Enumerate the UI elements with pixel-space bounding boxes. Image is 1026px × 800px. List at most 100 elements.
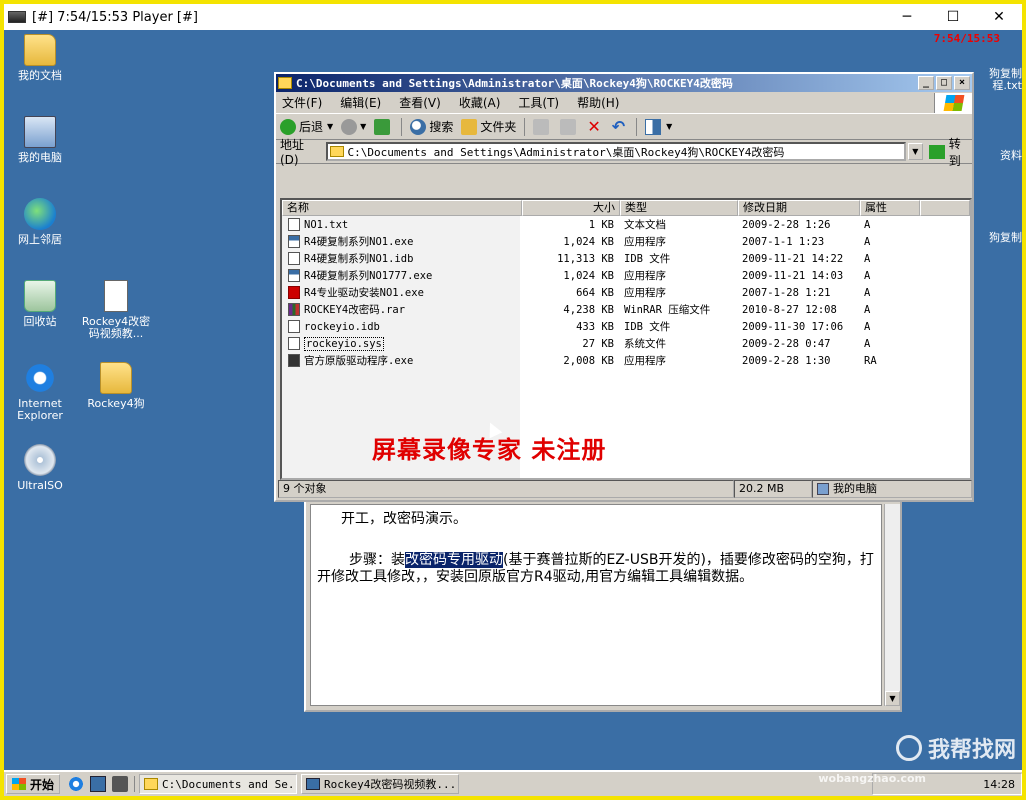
rar-file-icon [288,303,300,316]
explorer-maximize-button[interactable]: □ [936,76,952,90]
desktop-icon-internet-explorer[interactable]: Internet Explorer [4,362,76,422]
document-icon [104,280,128,312]
address-label: 地址(D) [280,138,305,167]
folder-icon [100,362,132,394]
file-row-focused[interactable]: rockeyio.sys 27 KB 系统文件 2009-2-28 0:47 A [282,335,970,352]
document-page[interactable]: 开工，改密码演示。 步骤：装改密码专用驱动(基于赛普拉斯的EZ-USB开发的)，… [310,504,882,706]
back-button[interactable]: 后退 ▼ [280,118,333,135]
status-bar: 9 个对象 20.2 MB 我的电脑 [278,480,972,498]
desktop-icon-rockey4-folder[interactable]: Rockey4狗 [80,362,152,410]
status-object-count: 9 个对象 [278,480,734,498]
media-player-icon[interactable] [112,776,129,792]
desktop-icon-rockey4-video[interactable]: Rockey4改密码视频教... [80,280,152,340]
player-app-icon [8,11,26,23]
delete-icon: ✕ [587,117,601,136]
file-row[interactable]: 官方原版驱动程序.exe 2,008 KB 应用程序 2009-2-28 1:30 R… [282,352,970,369]
search-button[interactable]: 搜索 [410,118,453,135]
document-icon [306,778,321,790]
exe-file-icon [288,354,300,367]
views-button[interactable]: ▼ [645,118,672,135]
exe-file-icon [288,235,300,248]
desktop-icon-my-computer[interactable]: 我的电脑 [4,116,76,164]
recycle-bin-icon [24,280,56,312]
windows-flag-icon [943,94,964,111]
folders-icon [461,118,478,135]
menu-edit[interactable]: 编辑(E) [340,94,381,111]
column-type[interactable]: 类型 [620,200,738,216]
address-bar: 地址(D) C:\Documents and Settings\Administ… [276,137,972,168]
tray-clock[interactable]: 14:28 [983,778,1015,791]
folders-button[interactable]: 文件夹 [461,118,516,135]
magnifier-icon [895,735,922,761]
desktop: 7:54/15:53 我的文档 我的电脑 网上邻居 回收站 Rockey4改密码… [4,30,1022,770]
document-line-1: 开工，改密码演示。 [341,511,467,527]
file-row[interactable]: R4硬复制系列NO1.exe 1,024 KB 应用程序 2007-1-1 1:23… [282,233,970,250]
address-dropdown-icon[interactable]: ▼ [907,143,924,160]
show-desktop-icon[interactable] [90,776,107,792]
menu-tools[interactable]: 工具(T) [518,94,559,111]
up-button[interactable] [374,118,393,135]
toolbar: 后退 ▼ ▼ 搜索 文件夹 ✕ ↶ ▼ [276,114,972,140]
player-title-bar: [#] 7:54/15:53 Player [#] ─ ☐ ✕ [4,4,1022,30]
explorer-minimize-button[interactable]: _ [918,76,934,90]
file-row[interactable]: R4专业驱动安装NO1.exe 664 KB 应用程序 2007-1-28 1:21… [282,284,970,301]
start-button[interactable]: 开始 [6,774,61,794]
text-file-icon [288,218,300,231]
folder-icon [278,77,292,89]
menu-favorites[interactable]: 收藏(A) [459,94,501,111]
file-row[interactable]: R4硬复制系列NO1777.exe 1,024 KB 应用程序 2009-11-21… [282,267,970,284]
column-date[interactable]: 修改日期 [738,200,860,216]
file-row[interactable]: R4硬复制系列NO1.idb 11,313 KB IDB 文件 2009-11-21… [282,250,970,267]
desktop-icon-my-documents[interactable]: 我的文档 [4,34,76,82]
up-folder-icon [374,118,391,135]
taskbar-document-button[interactable]: Rockey4改密码视频教... [301,774,460,794]
copy-to-button[interactable] [560,118,579,135]
selected-text: 改密码专用驱动 [405,552,503,568]
windows-logo [934,92,972,113]
exe-file-icon [288,269,300,282]
column-attributes[interactable]: 属性 [860,200,920,216]
file-row[interactable]: rockeyio.idb 433 KB IDB 文件 2009-11-30 17:0… [282,318,970,335]
menu-file[interactable]: 文件(F) [282,94,322,111]
folder-icon [24,34,56,66]
forward-button[interactable]: ▼ [341,118,366,135]
explorer-close-button[interactable]: × [954,76,970,90]
windows-flag-icon [12,778,26,790]
address-input[interactable]: C:\Documents and Settings\Administrator\… [325,142,906,161]
file-list-header: 名称 大小 类型 修改日期 属性 [282,200,970,216]
go-button[interactable]: 转到 [929,135,972,169]
file-list[interactable]: 名称 大小 类型 修改日期 属性 NO1.txt 1 KB 文本文档 2009-2-… [280,198,972,480]
delete-button[interactable]: ✕ [587,117,603,136]
menu-view[interactable]: 查看(V) [399,94,441,111]
file-row[interactable]: NO1.txt 1 KB 文本文档 2009-2-28 1:26 A [282,216,970,233]
document-scrollbar[interactable]: ▼ [884,504,900,706]
desktop-icon-recycle-bin[interactable]: 回收站 [4,280,76,328]
player-minimize-button[interactable]: ─ [884,4,930,30]
forward-arrow-icon [341,118,358,135]
explorer-title: C:\Documents and Settings\Administrator\… [296,77,733,90]
folder-icon [329,146,344,157]
ie-icon [24,362,56,394]
idb-file-icon [288,320,300,333]
scroll-down-arrow-icon[interactable]: ▼ [885,691,900,706]
undo-icon: ↶ [611,117,626,136]
desktop-icon-ultraiso[interactable]: UltraISO [4,444,76,492]
status-location: 我的电脑 [812,480,972,498]
undo-button[interactable]: ↶ [612,117,628,136]
desktop-icon-network[interactable]: 网上邻居 [4,198,76,246]
explorer-title-bar[interactable]: C:\Documents and Settings\Administrator\… [276,74,972,92]
column-size[interactable]: 大小 [522,200,620,216]
player-close-button[interactable]: ✕ [976,4,1022,30]
network-icon [24,198,56,230]
player-maximize-button[interactable]: ☐ [930,4,976,30]
taskbar-explorer-button[interactable]: C:\Documents and Se... [139,774,298,794]
views-icon [645,118,662,135]
menu-help[interactable]: 帮助(H) [577,94,619,111]
computer-icon [817,483,829,495]
folder-icon [144,778,159,790]
column-name[interactable]: 名称 [282,200,522,216]
ie-icon[interactable] [68,776,85,792]
file-row[interactable]: ROCKEY4改密码.rar 4,238 KB WinRAR 压缩文件 2010-8… [282,301,970,318]
move-to-button[interactable] [533,118,552,135]
explorer-window: C:\Documents and Settings\Administrator\… [274,72,974,502]
